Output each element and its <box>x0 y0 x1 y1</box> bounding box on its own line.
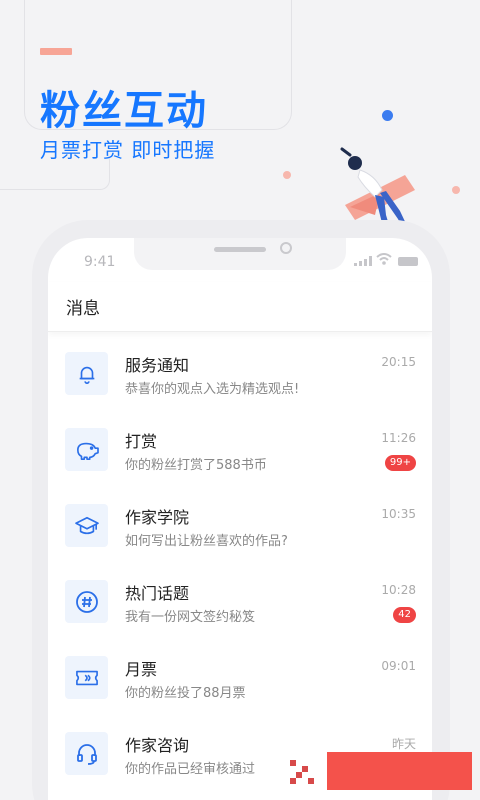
page-title: 消息 <box>66 299 100 319</box>
message-time: 09:01 <box>381 659 416 673</box>
battery-icon <box>398 257 418 266</box>
message-title: 打赏 <box>125 432 158 451</box>
message-preview: 如何写出让粉丝喜欢的作品? <box>125 534 288 549</box>
hero-title: 粉丝互动 <box>40 88 208 134</box>
decorative-dot <box>452 186 460 194</box>
signal-icon <box>354 256 372 266</box>
unread-badge: 42 <box>393 607 416 623</box>
message-item-writer-academy[interactable]: 作家学院 如何写出让粉丝喜欢的作品? 10:35 <box>48 496 432 572</box>
message-preview: 你的粉丝打赏了588书币 <box>125 458 267 473</box>
decorative-dot <box>283 171 291 179</box>
message-title: 月票 <box>125 660 158 679</box>
message-title: 作家咨询 <box>125 736 190 755</box>
message-preview: 恭喜你的观点入选为精选观点! <box>125 382 300 397</box>
hashtag-icon <box>65 580 108 623</box>
phone-notch <box>134 238 346 270</box>
message-preview: 你的粉丝投了88月票 <box>125 686 246 701</box>
message-list: 服务通知 恭喜你的观点入选为精选观点! 20:15 打赏 你的粉丝打赏了588书… <box>48 344 432 800</box>
message-time: 10:28 <box>381 583 416 597</box>
ticket-icon <box>65 656 108 699</box>
headset-icon <box>65 732 108 775</box>
message-time: 20:15 <box>381 355 416 369</box>
message-title: 作家学院 <box>125 508 190 527</box>
camera-icon <box>280 242 292 254</box>
message-time: 11:26 <box>381 431 416 445</box>
decorative-dot <box>382 110 393 121</box>
piggy-bank-icon <box>65 428 108 471</box>
status-bar: 9:41 <box>48 238 432 282</box>
accent-bar <box>40 48 72 55</box>
message-item-reward[interactable]: 打赏 你的粉丝打赏了588书币 11:26 99+ <box>48 420 432 496</box>
unread-badge: 99+ <box>384 455 416 471</box>
message-preview: 你的作品已经审核通过 <box>125 762 256 777</box>
message-time: 10:35 <box>381 507 416 521</box>
message-item-monthly-ticket[interactable]: 月票 你的粉丝投了88月票 09:01 <box>48 648 432 724</box>
message-title: 服务通知 <box>125 356 190 375</box>
qr-code-icon <box>290 760 316 784</box>
download-banner[interactable] <box>327 752 472 790</box>
wifi-icon <box>376 253 392 265</box>
speaker-grille <box>214 247 266 252</box>
phone-screen: 9:41 消息 服务通知 恭喜你的观点入选为精选观点! 20:15 打赏 你的粉… <box>48 238 432 800</box>
messages-header: 消息 <box>48 282 432 332</box>
message-time: 昨天 <box>391 737 416 751</box>
status-time: 9:41 <box>84 254 116 270</box>
message-item-service-notice[interactable]: 服务通知 恭喜你的观点入选为精选观点! 20:15 <box>48 344 432 420</box>
message-item-hot-topics[interactable]: 热门话题 我有一份网文签约秘笈 10:28 42 <box>48 572 432 648</box>
message-preview: 我有一份网文签约秘笈 <box>125 610 256 625</box>
graduation-cap-icon <box>65 504 108 547</box>
message-title: 热门话题 <box>125 584 190 603</box>
hero-subtitle: 月票打赏 即时把握 <box>40 138 216 162</box>
bell-icon <box>65 352 108 395</box>
